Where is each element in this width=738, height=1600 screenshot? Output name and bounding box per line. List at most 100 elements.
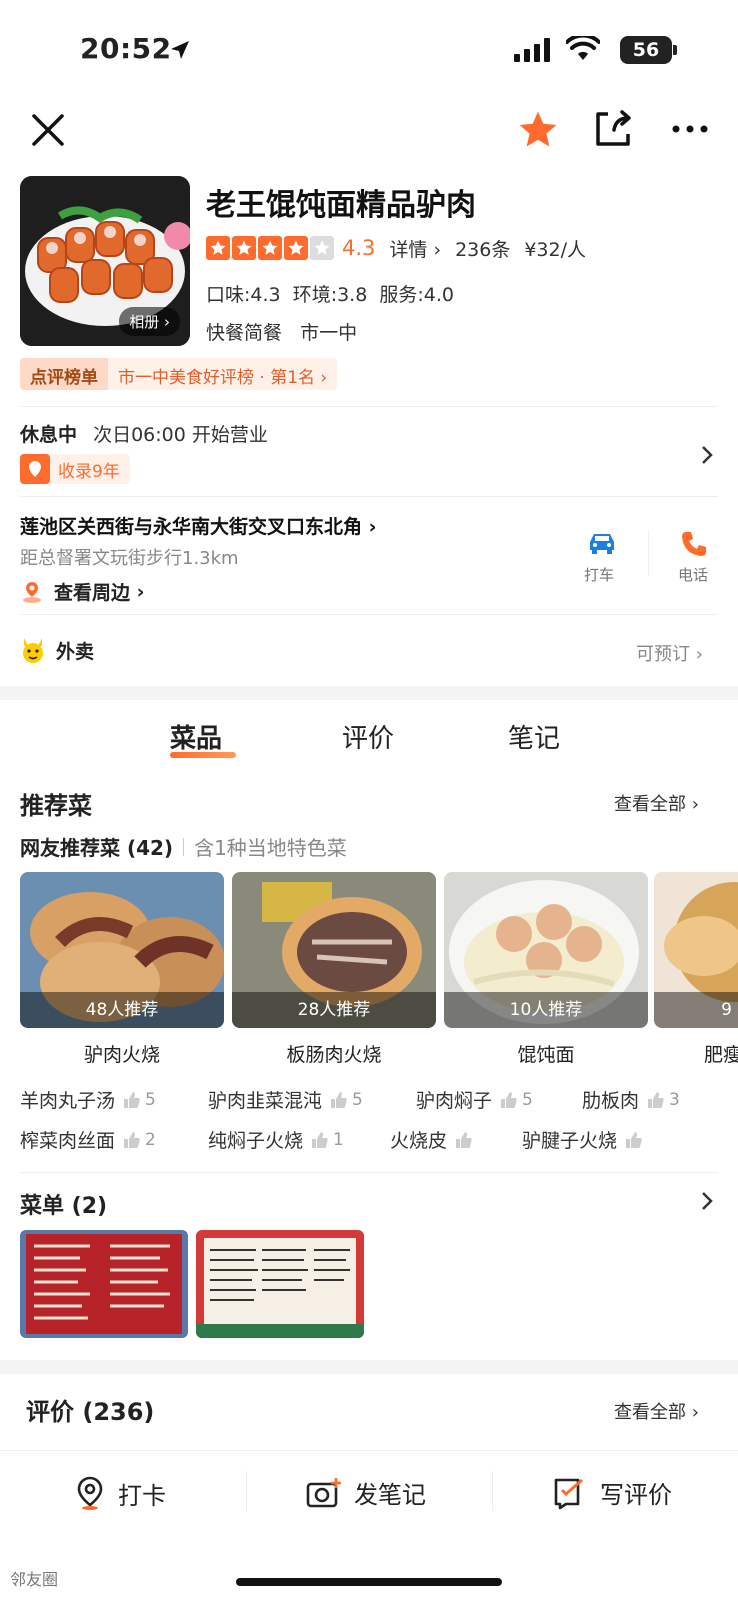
divider: [20, 614, 718, 615]
divider: [492, 1471, 493, 1511]
menu-title: 菜单 (2): [20, 1194, 108, 1219]
divider: [648, 530, 649, 576]
delivery-row[interactable]: 外卖: [20, 636, 94, 664]
menu-photo[interactable]: [196, 1230, 364, 1338]
rating-score: 4.3: [342, 236, 376, 260]
hours-row[interactable]: 休息中 次日06:00 开始营业: [20, 420, 268, 447]
section-gap: [0, 1360, 738, 1374]
dish-card[interactable]: 9: [654, 872, 738, 1028]
delivery-mascot-icon: [23, 638, 43, 663]
chevron-right-icon[interactable]: [700, 1190, 714, 1212]
hours-next: 次日06:00 开始营业: [93, 424, 268, 446]
taxi-button[interactable]: [586, 530, 618, 560]
taxi-label: 打车: [584, 566, 615, 584]
hours-state: 休息中: [20, 424, 78, 446]
dish-chip[interactable]: 肋板肉 3: [582, 1086, 680, 1113]
location-arrow-icon: [171, 41, 189, 59]
shop-category: 快餐简餐: [206, 322, 283, 344]
checkin-button[interactable]: 打卡: [74, 1475, 166, 1511]
thumbs-up-icon: [648, 1091, 664, 1108]
dish-count: 28人推荐: [232, 992, 436, 1028]
section-gap: [0, 686, 738, 700]
divider: [20, 496, 718, 497]
phone-icon: [682, 532, 706, 556]
menu-photo[interactable]: [20, 1230, 188, 1338]
record-badge: 收录9年: [20, 454, 130, 484]
shop-photo[interactable]: 相册 ›: [20, 176, 190, 346]
nearby-link[interactable]: 查看周边 ›: [20, 578, 144, 605]
dish-count: 9: [654, 992, 738, 1028]
status-time: 20:52: [80, 32, 172, 65]
edit-review-icon: [554, 1478, 583, 1509]
dish-name: 驴肉火烧: [83, 1044, 160, 1066]
dish-card[interactable]: 10人推荐: [444, 872, 648, 1028]
thumbs-up-icon: [331, 1091, 347, 1108]
dish-name: 肥瘦: [704, 1044, 738, 1066]
recommend-title: 推荐菜: [20, 792, 92, 820]
shop-title: 老王馄饨面精品驴肉: [206, 188, 476, 223]
tab-reviews[interactable]: 评价: [342, 718, 394, 755]
camera-plus-icon: [306, 1477, 341, 1507]
more-icon[interactable]: [672, 124, 708, 134]
nearby-icon: [23, 581, 41, 603]
post-note-button[interactable]: 发笔记: [306, 1475, 426, 1510]
dish-chip[interactable]: 纯焖子火烧 1: [208, 1126, 344, 1153]
share-icon[interactable]: [592, 108, 634, 150]
favorite-star-icon[interactable]: [516, 108, 560, 152]
review-count[interactable]: 236条: [455, 235, 510, 262]
dish-count: 48人推荐: [20, 992, 224, 1028]
dish-chip[interactable]: 榨菜肉丝面 2: [20, 1126, 156, 1153]
dish-count: 10人推荐: [444, 992, 648, 1028]
thumbs-up-icon: [124, 1091, 140, 1108]
star-icon: [284, 236, 308, 260]
menu-photo-image: [196, 1230, 364, 1338]
dish-name: 馄饨面: [517, 1044, 575, 1066]
sub-scores: 口味:4.3 环境:3.8 服务:4.0: [206, 284, 455, 306]
star-icon: [206, 236, 230, 260]
record-badge-text: 收录9年: [58, 461, 120, 482]
details-link[interactable]: 详情 ›: [389, 235, 441, 262]
pin-badge-icon: [20, 454, 50, 484]
phone-button[interactable]: [680, 530, 708, 562]
car-icon: [590, 534, 614, 554]
chevron-right-icon[interactable]: [700, 444, 714, 466]
dish-chip[interactable]: 驴肉韭菜混沌 5: [208, 1086, 363, 1113]
wifi-icon: [566, 36, 600, 60]
star-icon: [232, 236, 256, 260]
thumbs-up-icon: [312, 1131, 328, 1148]
divider: [246, 1471, 247, 1511]
location-pin-icon: [77, 1476, 103, 1510]
thumbs-up-icon: [626, 1131, 642, 1148]
preorder-link[interactable]: 可预订 ›: [636, 640, 703, 666]
album-button[interactable]: 相册 ›: [119, 307, 180, 336]
reviews-title: 评价 (236): [26, 1398, 155, 1426]
dish-chip[interactable]: 驴肉焖子 5: [416, 1086, 533, 1113]
address-link[interactable]: 莲池区关西街与永华南大街交叉口东北角 ›: [20, 512, 376, 539]
star-empty-icon: [310, 236, 334, 260]
rank-tag[interactable]: 点评榜单 市一中美食好评榜 · 第1名 ›: [20, 358, 338, 390]
dish-name: 板肠肉火烧: [286, 1044, 382, 1066]
close-icon[interactable]: [30, 112, 66, 148]
recommend-see-all[interactable]: 查看全部 ›: [614, 790, 699, 816]
recommend-subheader: 网友推荐菜 (42) 含1种当地特色菜: [20, 836, 347, 860]
dish-chip[interactable]: 火烧皮: [390, 1126, 477, 1153]
bottom-action-bar: 打卡 发笔记 写评价: [0, 1450, 738, 1538]
rank-text: 市一中美食好评榜 · 第1名 ›: [108, 358, 338, 390]
tab-notes[interactable]: 笔记: [508, 718, 560, 755]
dish-chip[interactable]: 驴腱子火烧: [522, 1126, 647, 1153]
home-indicator[interactable]: [236, 1578, 502, 1586]
reviews-see-all[interactable]: 查看全部 ›: [614, 1398, 699, 1424]
thumbs-up-icon: [456, 1131, 472, 1148]
dish-chip[interactable]: 羊肉丸子汤 5: [20, 1086, 156, 1113]
star-icon: [258, 236, 282, 260]
write-review-button[interactable]: 写评价: [552, 1475, 672, 1510]
watermark: 邻友圈: [10, 1570, 59, 1589]
divider: [20, 1172, 718, 1173]
dish-card[interactable]: 28人推荐: [232, 872, 436, 1028]
tab-dishes[interactable]: 菜品: [170, 718, 222, 755]
avg-price: ¥32/人: [524, 238, 586, 261]
dish-card[interactable]: 48人推荐: [20, 872, 224, 1028]
thumbs-up-icon: [124, 1131, 140, 1148]
distance-text: 距总督署文玩街步行1.3km: [20, 548, 239, 569]
thumbs-up-icon: [501, 1091, 517, 1108]
